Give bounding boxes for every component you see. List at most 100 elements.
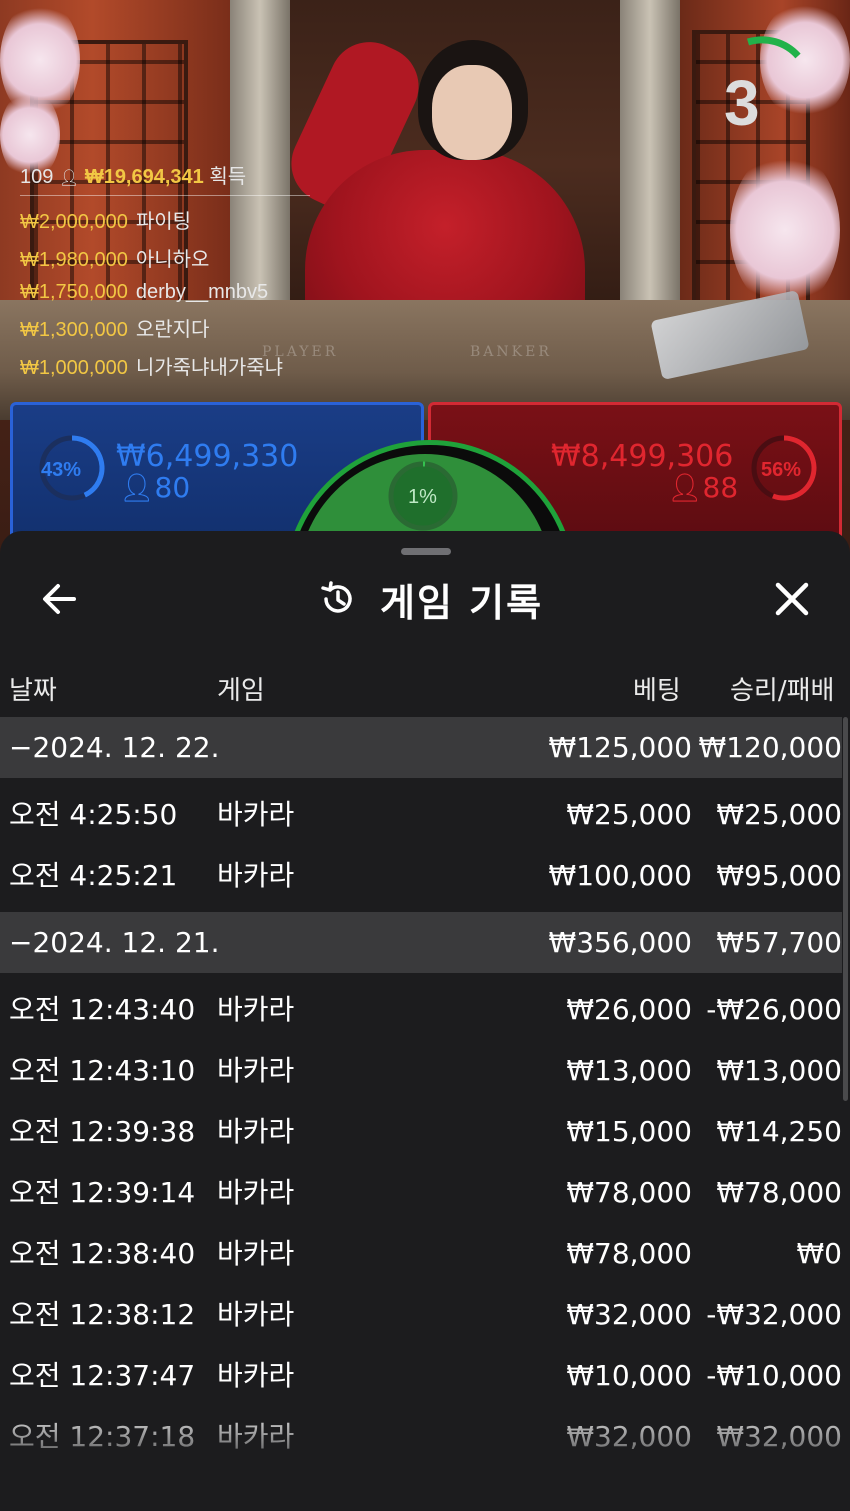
winner-amount: ₩1,000,000: [20, 357, 128, 379]
winner-row: ₩1,980,000 아니하오: [20, 243, 310, 272]
row-bet: ₩26,000: [566, 993, 692, 1026]
row-game: 바카라: [217, 1298, 295, 1331]
history-row[interactable]: 오전 12:37:18 바카라 ₩32,000 ₩32,000: [0, 1406, 842, 1467]
row-result: ₩78,000: [716, 1176, 842, 1209]
person-icon: 👤︎: [58, 170, 80, 187]
winner-name: 니가죽냐내가죽냐: [135, 357, 284, 379]
row-result: ₩14,250: [716, 1115, 842, 1148]
winner-name: 파이팅: [135, 211, 192, 233]
winners-suffix: 획득: [209, 166, 247, 188]
cherry-blossom: [730, 150, 840, 310]
winners-total: ₩19,694,341: [84, 166, 204, 188]
row-time: 오전 12:38:12: [9, 1298, 196, 1331]
row-game: 바카라: [217, 1359, 295, 1392]
row-bet: ₩32,000: [566, 1420, 692, 1453]
game-history-sheet: 게임 기록 날짜 게임 베팅 승리/패배 −2024. 12. 22. ₩125…: [0, 531, 850, 1511]
row-bet: ₩78,000: [566, 1237, 692, 1270]
tie-percent: 1%: [408, 486, 437, 508]
row-bet: ₩100,000: [548, 859, 692, 892]
row-bet: ₩10,000: [566, 1359, 692, 1392]
row-time: 오전 12:43:40: [9, 993, 196, 1026]
group-date: −2024. 12. 22.: [9, 731, 220, 764]
history-list[interactable]: −2024. 12. 22. ₩125,000 ₩120,000 오전 4:25…: [0, 717, 842, 1467]
history-row[interactable]: 오전 12:43:10 바카라 ₩13,000 ₩13,000: [0, 1040, 842, 1101]
column-header-game[interactable]: 게임: [217, 670, 265, 707]
row-result: ₩13,000: [716, 1054, 842, 1087]
column-header-date[interactable]: 날짜: [9, 670, 57, 707]
date-group-header[interactable]: −2024. 12. 21. ₩356,000 ₩57,700: [0, 912, 842, 973]
row-game: 바카라: [217, 1237, 295, 1270]
winner-amount: ₩2,000,000: [20, 211, 128, 233]
row-result: -₩32,000: [706, 1298, 842, 1331]
history-row[interactable]: 오전 12:37:47 바카라 ₩10,000 -₩10,000: [0, 1345, 842, 1406]
arrow-left-icon: [43, 584, 76, 614]
person-icon: 👤︎: [119, 471, 155, 504]
column-header-bet[interactable]: 베팅: [633, 670, 681, 707]
history-row[interactable]: 오전 4:25:50 바카라 ₩25,000 ₩25,000: [0, 784, 842, 845]
person-icon: 👤︎: [667, 471, 703, 504]
history-scrollbar[interactable]: [843, 717, 848, 1101]
winner-amount: ₩1,750,000: [20, 281, 128, 303]
column-header-result[interactable]: 승리/패배: [730, 670, 834, 707]
row-result: ₩25,000: [716, 798, 842, 831]
winner-amount: ₩1,300,000: [20, 319, 128, 341]
row-time: 오전 4:25:21: [9, 859, 178, 892]
player-percent: 43%: [41, 459, 82, 481]
history-icon: [321, 581, 352, 613]
winner-row: ₩2,000,000 파이팅: [20, 205, 310, 234]
row-time: 오전 12:39:38: [9, 1115, 196, 1148]
row-game: 바카라: [217, 993, 295, 1026]
history-row[interactable]: 오전 12:43:40 바카라 ₩26,000 -₩26,000: [0, 979, 842, 1040]
row-result: -₩26,000: [706, 993, 842, 1026]
history-row[interactable]: 오전 12:39:38 바카라 ₩15,000 ₩14,250: [0, 1101, 842, 1162]
row-bet: ₩13,000: [566, 1054, 692, 1087]
row-bet: ₩25,000: [566, 798, 692, 831]
winner-name: 오란지다: [135, 319, 210, 341]
row-result: ₩0: [796, 1237, 843, 1270]
winner-amount: ₩1,980,000: [20, 249, 128, 271]
row-game: 바카라: [217, 1420, 295, 1453]
winners-summary: 109 👤︎ ₩19,694,341 획득: [20, 160, 310, 196]
countdown-timer: 3: [724, 67, 760, 139]
sheet-drag-handle[interactable]: [401, 548, 451, 555]
banker-bet-amount: ₩8,499,306: [551, 439, 734, 474]
back-button[interactable]: [38, 579, 82, 619]
row-game: 바카라: [217, 859, 295, 892]
row-time: 오전 12:37:47: [9, 1359, 196, 1392]
table-label-banker: BANKER: [470, 344, 552, 360]
winner-row: ₩1,000,000 니가죽냐내가죽냐: [20, 351, 310, 380]
group-bet-total: ₩356,000: [548, 926, 692, 959]
row-result: ₩32,000: [716, 1420, 842, 1453]
winner-name: 아니하오: [135, 249, 210, 271]
live-video-stream[interactable]: PLAYER BANKER 3 109 👤︎ ₩19,694,341 획득 ₩2…: [0, 0, 850, 560]
row-time: 오전 4:25:50: [9, 798, 178, 831]
winner-count: 109: [20, 166, 54, 188]
sheet-title: 게임 기록: [318, 571, 543, 627]
history-row[interactable]: 오전 12:38:40 바카라 ₩78,000 ₩0: [0, 1223, 842, 1284]
row-bet: ₩15,000: [566, 1115, 692, 1148]
history-row[interactable]: 오전 12:38:12 바카라 ₩32,000 -₩32,000: [0, 1284, 842, 1345]
banker-bettor-count: 👤︎88: [667, 471, 739, 504]
row-bet: ₩32,000: [566, 1298, 692, 1331]
history-row[interactable]: 오전 12:39:14 바카라 ₩78,000 ₩78,000: [0, 1162, 842, 1223]
row-game: 바카라: [217, 1176, 295, 1209]
group-result-total: ₩120,000: [698, 731, 842, 764]
banker-percent: 56%: [761, 459, 802, 481]
row-result: -₩10,000: [706, 1359, 842, 1392]
group-bet-total: ₩125,000: [548, 731, 692, 764]
pillar: [620, 0, 680, 330]
row-game: 바카라: [217, 1115, 295, 1148]
sheet-title-text: 게임 기록: [380, 580, 544, 625]
row-time: 오전 12:38:40: [9, 1237, 196, 1270]
row-game: 바카라: [217, 1054, 295, 1087]
row-time: 오전 12:43:10: [9, 1054, 196, 1087]
winner-row: ₩1,300,000 오란지다: [20, 313, 310, 342]
close-icon: [775, 582, 809, 616]
player-bet-amount: ₩6,499,330: [116, 439, 299, 474]
recent-winners-list: 109 👤︎ ₩19,694,341 획득 ₩2,000,000 파이팅 ₩1,9…: [20, 160, 310, 380]
close-button[interactable]: [772, 579, 812, 619]
row-result: ₩95,000: [716, 859, 842, 892]
date-group-header[interactable]: −2024. 12. 22. ₩125,000 ₩120,000: [0, 717, 842, 778]
row-game: 바카라: [217, 798, 295, 831]
history-row[interactable]: 오전 4:25:21 바카라 ₩100,000 ₩95,000: [0, 845, 842, 906]
